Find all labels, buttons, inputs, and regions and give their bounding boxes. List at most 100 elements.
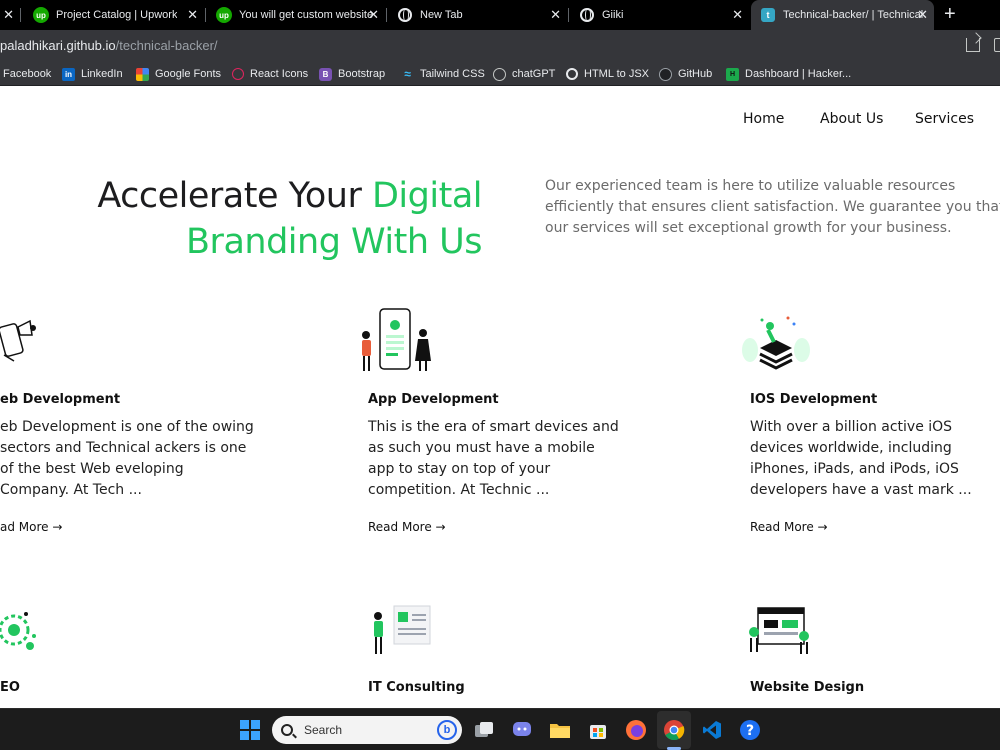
tab-close-icon[interactable]: ✕ <box>550 8 561 22</box>
tab-close-icon[interactable]: ✕ <box>3 8 14 22</box>
bookmark-tailwind[interactable]: ≈ Tailwind CSS <box>401 66 485 82</box>
hero-title-green-2: Branding With Us <box>186 222 482 262</box>
chat-icon[interactable] <box>510 718 534 742</box>
bookmark-label: chatGPT <box>512 68 556 80</box>
upwork-icon: up <box>33 7 49 23</box>
tab-giiki[interactable]: Giiki ✕ <box>571 0 749 30</box>
bookmark-facebook[interactable]: Facebook <box>3 66 51 82</box>
bookmark-bootstrap[interactable]: B Bootstrap <box>319 66 385 82</box>
tab-title: Technical-backer/ | Technical <box>783 9 923 21</box>
react-icon <box>232 68 244 80</box>
windows-taskbar: Search b ? <box>0 708 1000 750</box>
website-design-illustration <box>749 607 809 654</box>
read-more-link[interactable]: Read More → <box>368 520 446 534</box>
new-tab-button[interactable]: + <box>944 4 956 24</box>
service-description: With over a billion active iOS devices w… <box>750 419 972 498</box>
tab-close-icon[interactable]: ✕ <box>732 8 743 22</box>
tab-new-tab[interactable]: New Tab ✕ <box>389 0 567 30</box>
task-view-icon[interactable] <box>472 718 496 742</box>
tailwind-icon: ≈ <box>404 67 411 81</box>
search-placeholder: Search <box>304 723 343 737</box>
globe-icon <box>398 8 412 22</box>
address-bar: paladhikari.github.io/technical-backer/ <box>0 30 1000 62</box>
linkedin-icon: in <box>62 67 75 81</box>
bookmark-google-fonts[interactable]: Google Fonts <box>136 66 221 82</box>
tab-fragment[interactable]: ✕ <box>0 0 18 30</box>
read-more-link[interactable]: Read More → <box>750 520 828 534</box>
tab-title: Project Catalog | Upwork <box>56 9 178 21</box>
web-page: Home About Us Services Accelerate Your D… <box>0 87 1000 708</box>
hero-title: Accelerate Your Digital Branding With Us <box>60 173 482 265</box>
bookmark-hackerrank[interactable]: H Dashboard | Hacker... <box>726 66 851 82</box>
help-icon[interactable]: ? <box>738 718 762 742</box>
bookmark-label: Facebook <box>3 68 52 80</box>
it-consulting-illustration <box>374 605 431 654</box>
bookmark-github[interactable]: GitHub <box>659 66 712 82</box>
url-field[interactable]: paladhikari.github.io/technical-backer/ <box>0 38 218 53</box>
site-icon: t <box>761 8 775 22</box>
search-icon <box>281 724 293 736</box>
bookmark-chatgpt[interactable]: chatGPT <box>493 66 555 82</box>
service-title: EO <box>0 680 20 695</box>
app-development-illustration <box>362 308 431 371</box>
service-description: This is the era of smart devices and as … <box>368 419 619 498</box>
nav-home[interactable]: Home <box>743 111 784 127</box>
service-title: IT Consulting <box>368 680 465 695</box>
nav-about-us[interactable]: About Us <box>820 111 883 127</box>
tab-title: New Tab <box>420 9 463 21</box>
url-host: paladhikari.github.io <box>0 38 116 53</box>
vscode-icon[interactable] <box>700 718 724 742</box>
service-title: eb Development <box>0 392 121 407</box>
service-description: eb Development is one of the owing secto… <box>0 419 254 498</box>
hackerrank-icon: H <box>726 67 739 81</box>
service-title: Website Design <box>750 680 865 695</box>
tab-project-catalog[interactable]: up Project Catalog | Upwork ✕ <box>24 0 204 30</box>
tab-custom-website[interactable]: up You will get custom website ✕ <box>207 0 385 30</box>
globe-icon <box>566 68 578 80</box>
bookmark-label: GitHub <box>678 68 713 80</box>
share-icon[interactable] <box>966 38 980 52</box>
openai-icon <box>493 67 506 81</box>
google-fonts-icon <box>136 67 149 81</box>
read-more-link[interactable]: ad More → <box>0 520 62 534</box>
hero-title-dark: Accelerate Your <box>97 176 372 216</box>
github-icon <box>659 67 672 81</box>
side-panel-icon[interactable] <box>994 38 1000 52</box>
bookmark-label: Tailwind CSS <box>420 68 485 80</box>
tab-title: Giiki <box>602 9 624 21</box>
file-explorer-icon[interactable] <box>548 718 572 742</box>
taskbar-search-input[interactable]: Search b <box>272 716 462 744</box>
service-title: IOS Development <box>750 392 878 407</box>
bookmark-linkedin[interactable]: in LinkedIn <box>62 66 123 82</box>
bookmarks-bar: Facebook in LinkedIn Google Fonts React … <box>0 62 1000 86</box>
upwork-icon: up <box>216 7 232 23</box>
globe-icon <box>580 8 594 22</box>
hero-title-green-1: Digital <box>371 176 483 216</box>
hero-description: Our experienced team is here to utilize … <box>545 178 1000 236</box>
tab-close-icon[interactable]: ✕ <box>368 8 379 22</box>
tab-close-icon[interactable]: ✕ <box>917 8 928 22</box>
ios-development-illustration <box>742 316 810 370</box>
web-development-illustration <box>0 319 36 362</box>
bookmark-label: Google Fonts <box>155 68 222 80</box>
tab-close-icon[interactable]: ✕ <box>187 8 198 22</box>
browser-tab-strip: ✕ up Project Catalog | Upwork ✕ up You w… <box>0 0 1000 30</box>
service-title: App Development <box>368 392 499 407</box>
bootstrap-icon: B <box>319 67 332 81</box>
store-icon[interactable] <box>586 718 610 742</box>
bing-icon[interactable]: b <box>437 720 457 740</box>
bookmark-html-to-jsx[interactable]: HTML to JSX <box>566 66 649 82</box>
bookmark-label: LinkedIn <box>81 68 123 80</box>
bookmark-label: Bootstrap <box>338 68 386 80</box>
firefox-icon[interactable] <box>624 718 648 742</box>
bookmark-label: Dashboard | Hacker... <box>745 68 852 80</box>
nav-services[interactable]: Services <box>915 111 974 127</box>
bookmark-label: HTML to JSX <box>584 68 649 80</box>
bookmark-react-icons[interactable]: React Icons <box>232 66 308 82</box>
tab-title: You will get custom website <box>239 9 374 21</box>
windows-start-icon[interactable] <box>238 718 262 742</box>
tab-technical-backer[interactable]: t Technical-backer/ | Technical ✕ <box>751 0 934 30</box>
seo-illustration <box>0 612 36 650</box>
url-path: /technical-backer/ <box>115 38 218 53</box>
chrome-icon[interactable] <box>662 718 686 742</box>
